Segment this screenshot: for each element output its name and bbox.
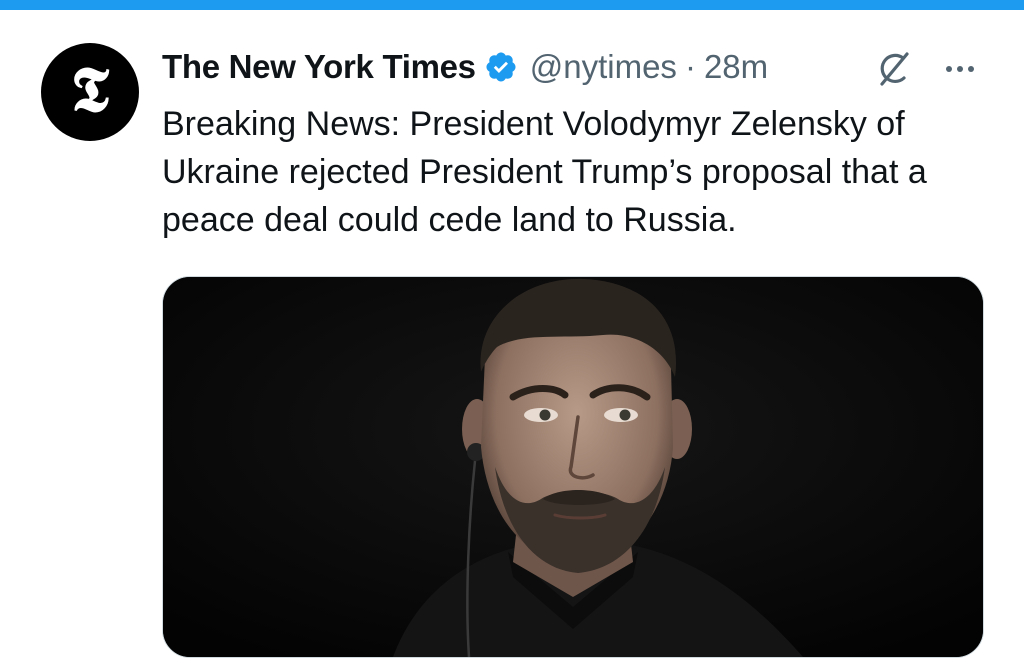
tweet-text: Breaking News: President Volodymyr Zelen… — [162, 105, 927, 239]
avatar[interactable]: 𝕿 — [41, 43, 139, 141]
separator-dot: · — [684, 48, 696, 85]
tweet-header: The New York Times @nytimes · 28m — [162, 44, 768, 90]
top-accent-bar — [0, 0, 1024, 10]
timestamp[interactable]: 28m — [704, 48, 768, 86]
display-name[interactable]: The New York Times — [162, 48, 476, 86]
more-dot — [957, 66, 963, 72]
verified-badge-icon[interactable] — [484, 50, 518, 84]
nyt-logo: 𝕿 — [70, 53, 110, 126]
more-icon[interactable] — [938, 52, 982, 86]
photo-portrait — [163, 277, 983, 657]
handle[interactable]: @nytimes — [530, 48, 677, 86]
grok-icon[interactable] — [873, 48, 915, 90]
more-dot — [946, 66, 952, 72]
more-dot — [968, 66, 974, 72]
tweet-photo[interactable] — [162, 276, 984, 658]
